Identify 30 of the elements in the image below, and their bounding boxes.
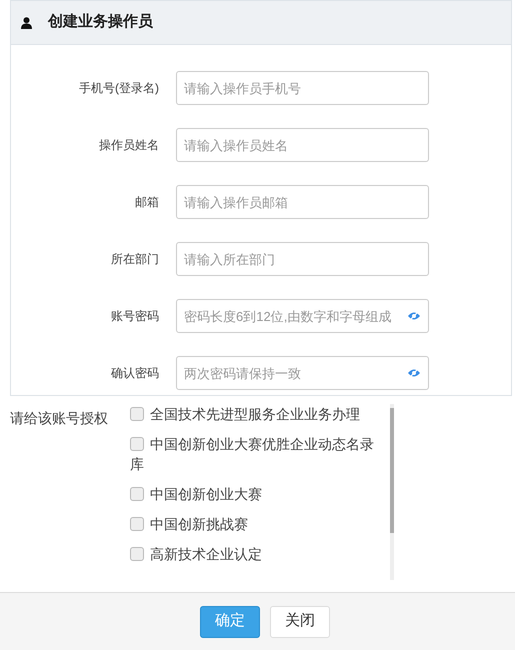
checkbox[interactable] [130, 487, 144, 501]
input-field[interactable]: 请输入所在部门 [176, 242, 429, 276]
input-field[interactable]: 请输入操作员手机号 [176, 71, 429, 105]
authorization-label: 请给该账号授权 [9, 409, 109, 428]
permission-option[interactable]: 中国创新创业大赛 [130, 484, 382, 504]
permission-option[interactable]: 高新技术企业认定 [130, 544, 382, 564]
checkbox[interactable] [130, 437, 144, 451]
permission-option[interactable]: 中国创新创业大赛优胜企业动态名录库 [130, 434, 382, 474]
input-field[interactable]: 密码长度6到12位,由数字和字母组成 [176, 299, 429, 333]
input-field[interactable]: 请输入操作员姓名 [176, 128, 429, 162]
field-label: 账号密码 [110, 308, 160, 325]
scrollbar-thumb[interactable] [390, 408, 394, 533]
field-label: 邮箱 [134, 194, 160, 211]
close-button[interactable]: 关闭 [270, 606, 330, 638]
checkbox[interactable] [130, 517, 144, 531]
input-field[interactable]: 请输入操作员邮箱 [176, 185, 429, 219]
checkbox[interactable] [130, 407, 144, 421]
checkbox[interactable] [130, 547, 144, 561]
user-icon [21, 16, 32, 28]
panel-title: 创建业务操作员 [48, 12, 153, 32]
eye-icon[interactable] [407, 311, 421, 321]
permission-option[interactable]: 中国创新挑战赛 [130, 514, 382, 534]
field-label: 手机号(登录名) [78, 80, 160, 97]
eye-icon[interactable] [407, 368, 421, 378]
field-label: 所在部门 [110, 251, 160, 268]
field-label: 操作员姓名 [98, 137, 160, 154]
scrollbar[interactable] [390, 404, 394, 580]
input-field[interactable]: 两次密码请保持一致 [176, 356, 429, 390]
field-label: 确认密码 [110, 365, 160, 382]
permission-option[interactable]: 全国技术先进型服务企业业务办理 [130, 404, 382, 424]
